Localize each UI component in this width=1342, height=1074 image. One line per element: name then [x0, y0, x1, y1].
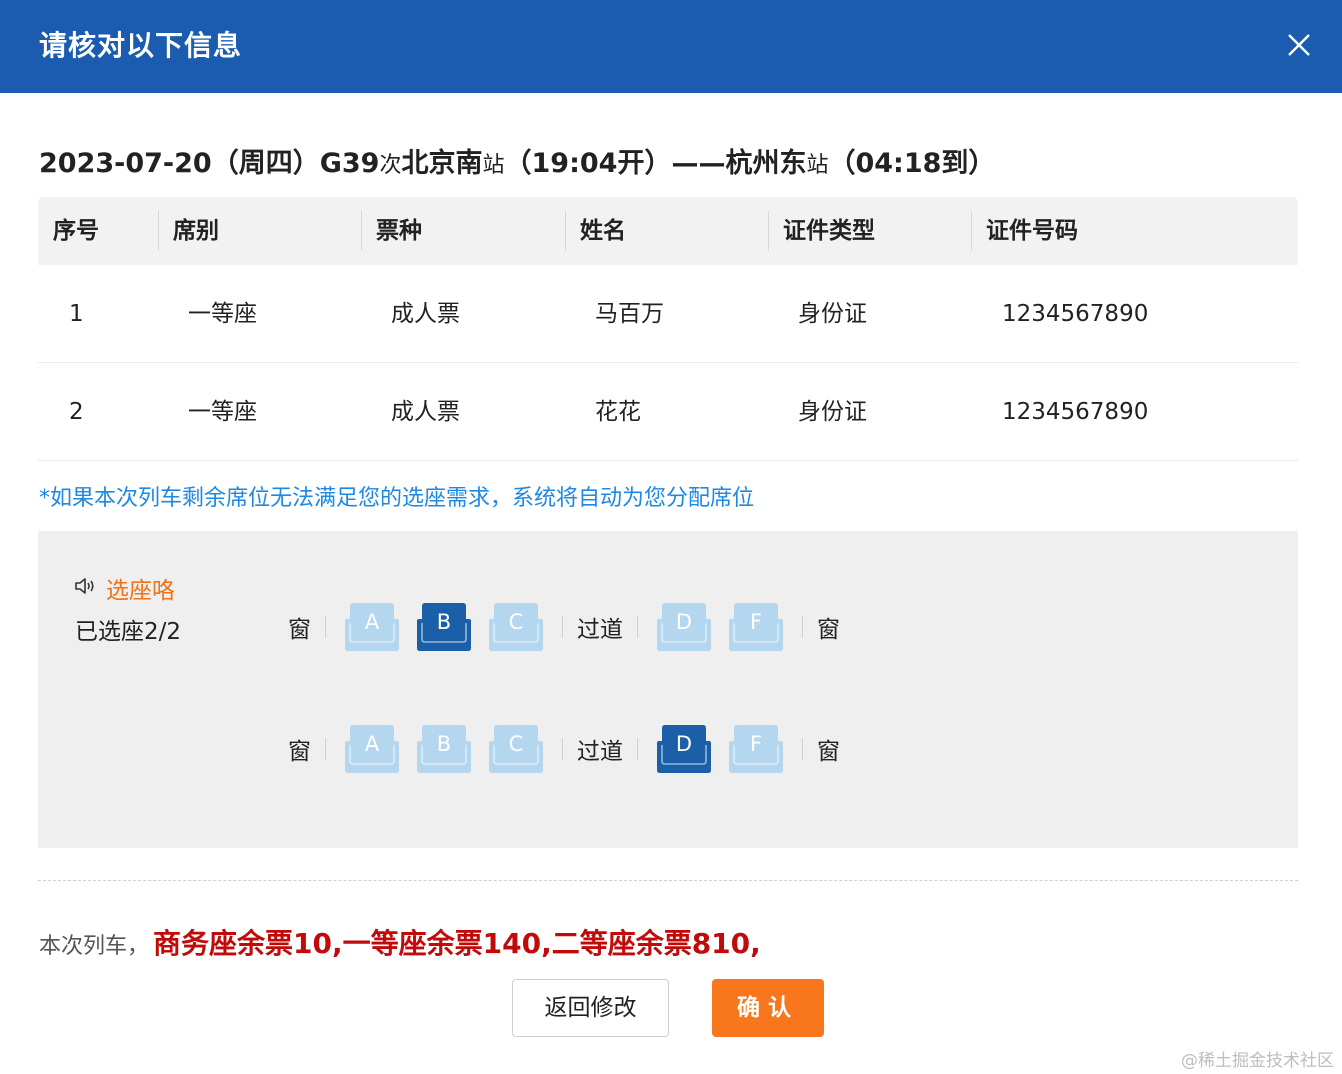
cell-seat-class: 一等座 [188, 399, 257, 425]
seat-title-text: 选座咯 [106, 578, 175, 604]
window-label: 窗 [288, 739, 311, 765]
seat-1B[interactable]: B [416, 601, 472, 653]
table-header: 序号 席别 票种 姓名 证件类型 证件号码 [38, 197, 1298, 265]
cell-name: 花花 [595, 399, 641, 425]
remaining-label: 本次列车， [39, 934, 150, 959]
seat-selection-panel: 选座咯 已选座2/2 窗 A B C 过道 D F 窗 窗 A B C 过道 D… [38, 531, 1298, 848]
dialog-title: 请核对以下信息 [39, 29, 243, 62]
divider [802, 738, 803, 760]
seat-2D[interactable]: D [656, 723, 712, 775]
selected-count: 已选座2/2 [75, 619, 182, 645]
seat-1F[interactable]: F [728, 601, 784, 653]
remaining-value: 商务座余票10,一等座余票140,二等座余票810, [153, 927, 761, 960]
cell-id-number: 1234567890 [1002, 301, 1149, 327]
dashed-divider [38, 880, 1298, 881]
seat-notice: *如果本次列车剩余席位无法满足您的选座需求，系统将自动为您分配席位 [39, 486, 755, 511]
trip-from: 北京南 [401, 148, 483, 179]
cell-id-type: 身份证 [798, 399, 867, 425]
seat-letter: B [436, 610, 452, 634]
seat-letter: F [749, 610, 763, 634]
trip-to-suffix: 站 [806, 153, 829, 178]
trip-from-suffix: 站 [482, 153, 505, 178]
cell-ticket-type: 成人票 [391, 301, 460, 327]
divider [325, 616, 326, 638]
trip-train: G39 [319, 148, 380, 179]
divider [562, 616, 563, 638]
table-row: 1 一等座 成人票 马百万 身份证 1234567890 [38, 265, 1298, 363]
header-ticket-type: 票种 [361, 197, 422, 265]
cell-id-type: 身份证 [798, 301, 867, 327]
cell-id-number: 1234567890 [1002, 399, 1149, 425]
seat-row-1: 窗 A B C 过道 D F 窗 [288, 599, 840, 655]
seat-letter: A [364, 732, 380, 756]
divider [637, 616, 638, 638]
cell-index: 1 [69, 301, 84, 327]
watermark: @稀土掘金技术社区 [1181, 1051, 1334, 1071]
table-row: 2 一等座 成人票 花花 身份证 1234567890 [38, 363, 1298, 461]
passenger-table: 序号 席别 票种 姓名 证件类型 证件号码 1 一等座 成人票 马百万 身份证 … [38, 197, 1298, 461]
aisle-label: 过道 [577, 739, 623, 765]
seat-title: 选座咯 [74, 571, 175, 605]
seat-letter: C [508, 610, 524, 634]
header-id-type: 证件类型 [768, 197, 875, 265]
aisle-label: 过道 [577, 617, 623, 643]
seat-letter: C [508, 732, 524, 756]
cell-seat-class: 一等座 [188, 301, 257, 327]
seat-letter: F [749, 732, 763, 756]
trip-arrive: （04:18到） [828, 148, 996, 179]
window-label: 窗 [817, 617, 840, 643]
seat-letter: B [436, 732, 452, 756]
header-index: 序号 [53, 218, 99, 244]
trip-date: 2023-07-20 [39, 148, 212, 179]
seat-2B[interactable]: B [416, 723, 472, 775]
header-name: 姓名 [565, 197, 626, 265]
seat-1C[interactable]: C [488, 601, 544, 653]
header-seat-class: 席别 [158, 197, 219, 265]
divider [637, 738, 638, 760]
remaining-tickets: 本次列车， 商务座余票10,一等座余票140,二等座余票810, [39, 922, 761, 962]
header-id-number: 证件号码 [971, 197, 1078, 265]
trip-weekday: （周四） [211, 148, 320, 179]
back-button[interactable]: 返回修改 [512, 979, 669, 1037]
confirm-button[interactable]: 确认 [712, 979, 824, 1037]
dialog-header: 请核对以下信息 [0, 0, 1342, 93]
cell-index: 2 [69, 399, 84, 425]
divider [562, 738, 563, 760]
divider [325, 738, 326, 760]
close-icon[interactable] [1284, 30, 1314, 60]
window-label: 窗 [817, 739, 840, 765]
cell-name: 马百万 [595, 301, 664, 327]
seat-2F[interactable]: F [728, 723, 784, 775]
seat-letter: D [675, 610, 693, 634]
seat-1A[interactable]: A [344, 601, 400, 653]
seat-letter: D [675, 732, 693, 756]
speaker-icon [74, 576, 98, 600]
cell-ticket-type: 成人票 [391, 399, 460, 425]
trip-to: 杭州东 [725, 148, 807, 179]
seat-row-2: 窗 A B C 过道 D F 窗 [288, 721, 840, 777]
trip-summary: 2023-07-20（周四）G39次北京南站（19:04开）——杭州东站（04:… [39, 141, 995, 180]
seat-1D[interactable]: D [656, 601, 712, 653]
divider [802, 616, 803, 638]
seat-2C[interactable]: C [488, 723, 544, 775]
trip-depart: （19:04开） [504, 148, 672, 179]
trip-dash: —— [671, 148, 726, 179]
seat-letter: A [364, 610, 380, 634]
window-label: 窗 [288, 617, 311, 643]
trip-train-suffix: 次 [379, 153, 402, 178]
seat-2A[interactable]: A [344, 723, 400, 775]
